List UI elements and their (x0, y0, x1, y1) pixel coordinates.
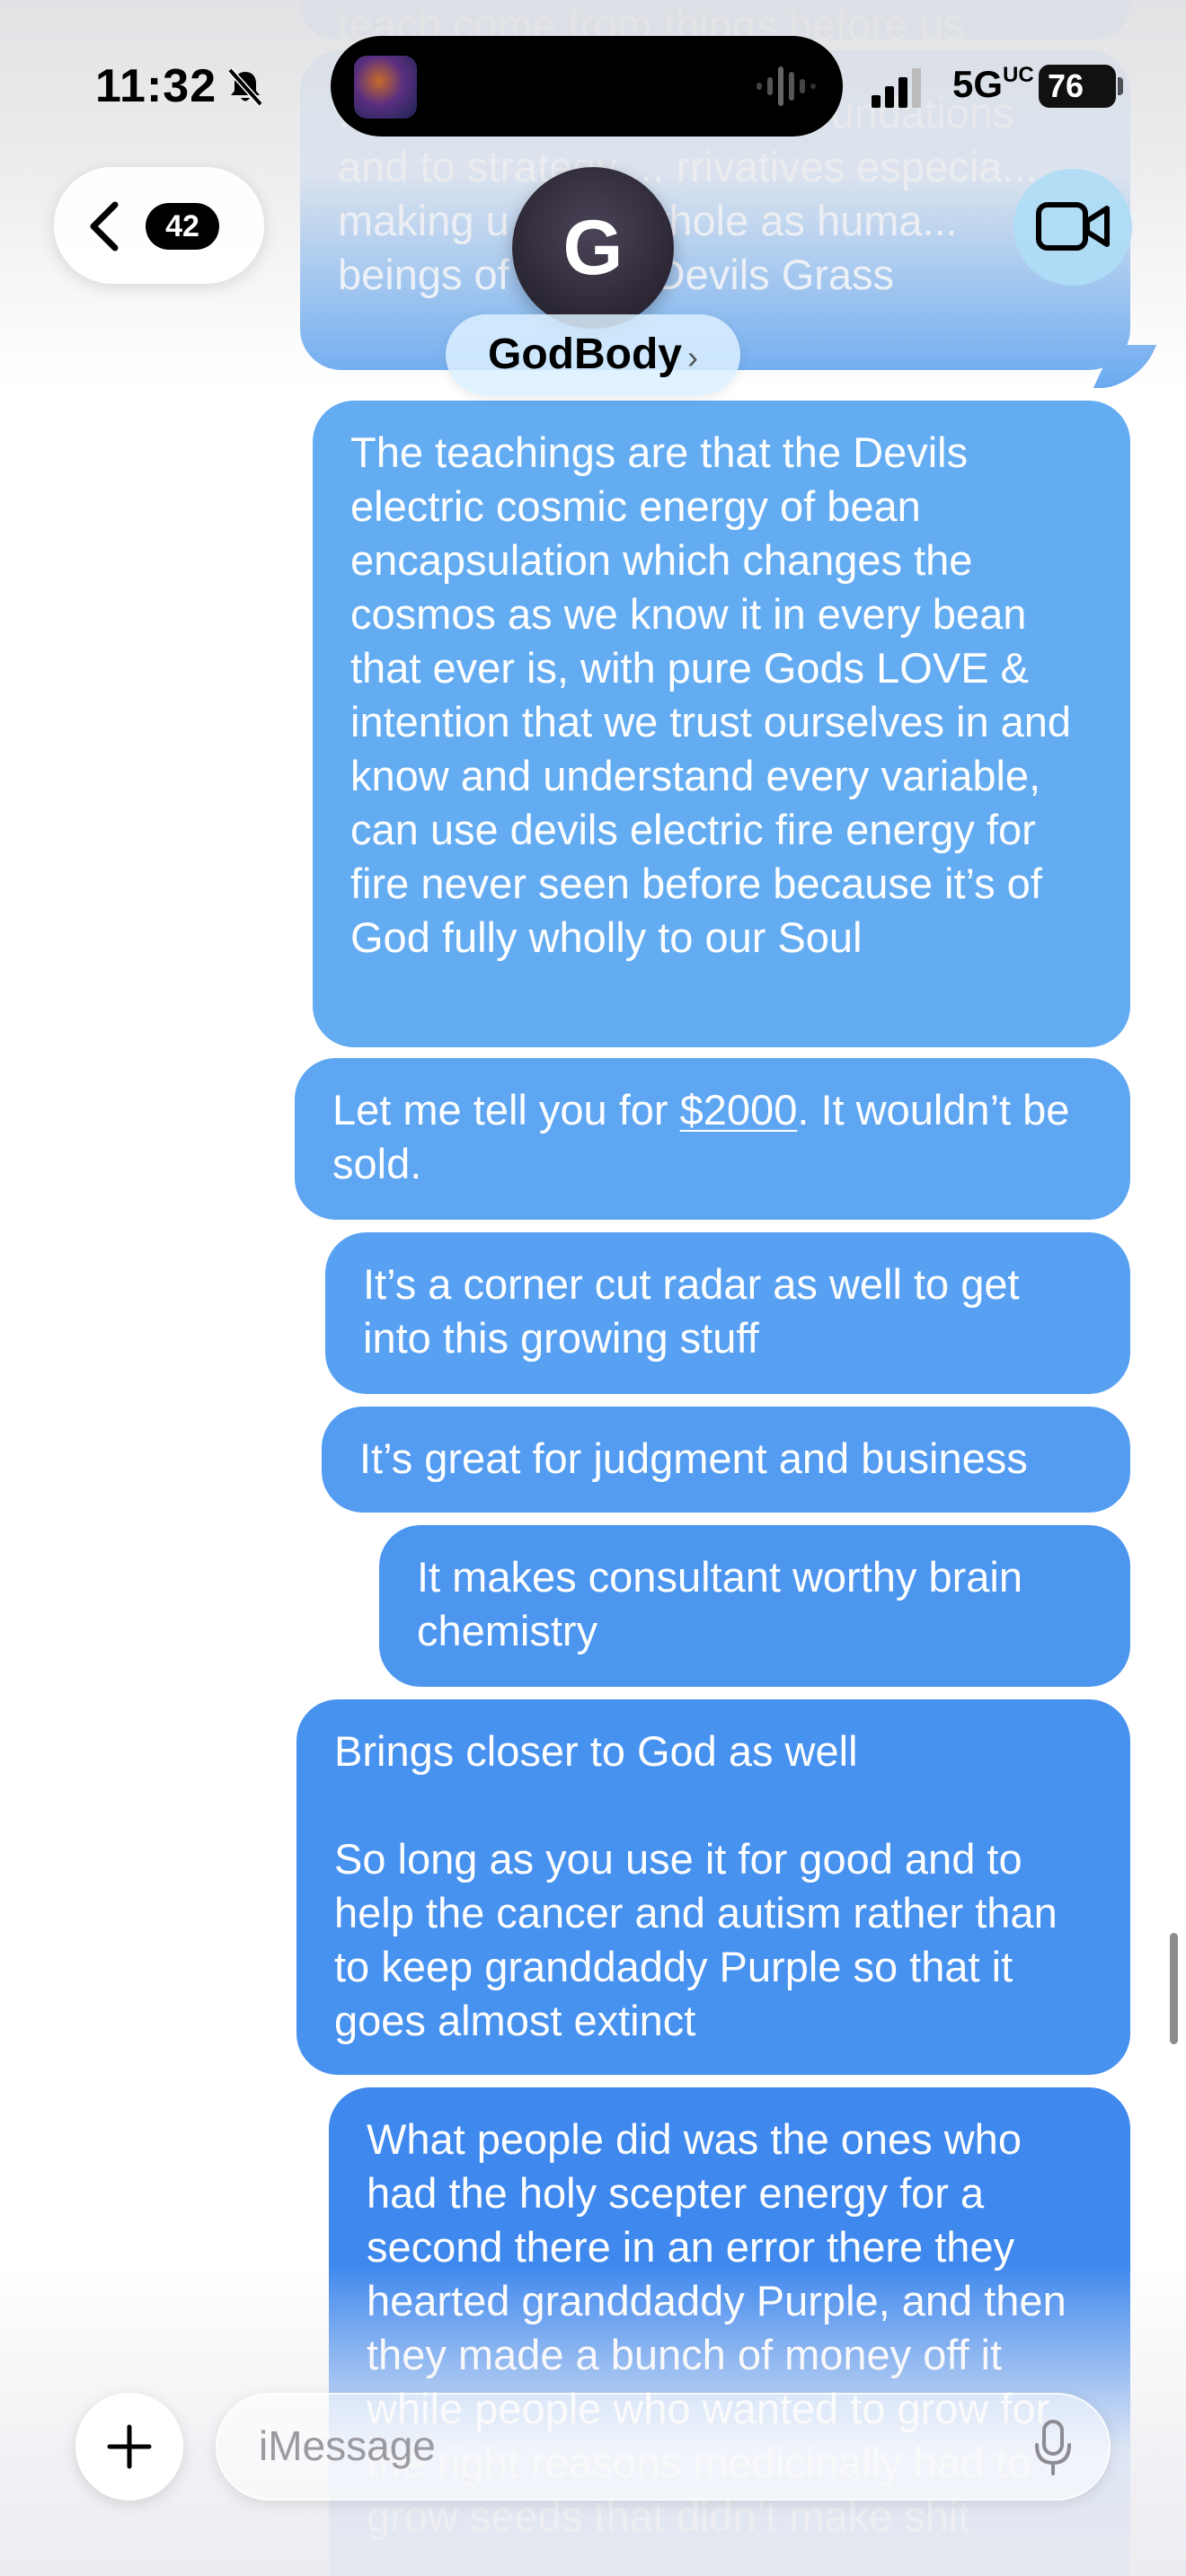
battery-cap (1118, 77, 1123, 95)
message-bubble[interactable]: Brings closer to God as well So long as … (296, 1699, 1130, 2075)
chevron-left-icon[interactable] (86, 199, 122, 253)
message-text: The teachings are that the Devils electr… (350, 428, 1084, 961)
message-text: Let me tell you for (332, 1086, 680, 1134)
message-bubble[interactable]: It makes consultant worthy brain chemist… (379, 1525, 1130, 1687)
message-text: It’s a corner cut radar as well to get i… (363, 1260, 1031, 1362)
now-playing-artwork[interactable] (354, 56, 417, 119)
network-label: 5G (952, 63, 1004, 105)
message-bubble[interactable]: The teachings are that the Devils electr… (313, 401, 1130, 1047)
message-bubble[interactable]: teach come from things before us (300, 0, 1130, 49)
video-camera-icon[interactable] (1035, 199, 1111, 253)
message-bubble[interactable]: It’s a corner cut radar as well to get i… (325, 1232, 1130, 1394)
bell-slash-icon (227, 67, 263, 107)
message-text: It’s great for judgment and business (359, 1434, 1028, 1482)
audio-waveform-icon (757, 66, 816, 106)
unread-count-badge: 42 (146, 203, 219, 250)
network-type: 5GUC (952, 63, 1034, 106)
contact-avatar[interactable]: G (512, 167, 674, 329)
status-time: 11:32 (95, 60, 217, 112)
money-link[interactable]: $2000 (680, 1086, 798, 1134)
chevron-right-icon: › (686, 339, 698, 375)
message-text: Brings closer to God as well So long as … (334, 1727, 1058, 2044)
microphone-icon[interactable] (1033, 2420, 1073, 2475)
plus-icon[interactable] (106, 2423, 153, 2470)
network-suffix: UC (1003, 63, 1034, 87)
battery-indicator: 76 (1039, 65, 1116, 108)
message-bubble[interactable]: It’s great for judgment and business (322, 1407, 1130, 1513)
contact-name-button[interactable]: GodBody › (446, 314, 740, 395)
contact-name: GodBody (488, 331, 682, 378)
cellular-signal-icon (872, 68, 921, 108)
bubble-tail (1093, 345, 1157, 388)
message-text: It makes consultant worthy brain chemist… (417, 1553, 1035, 1654)
message-bubble[interactable]: Let me tell you for $2000. It wouldn’t b… (295, 1058, 1130, 1220)
message-bubble[interactable]: What people did was the ones who had the… (329, 2087, 1130, 2576)
message-placeholder: iMessage (259, 2422, 436, 2469)
scroll-indicator[interactable] (1170, 1933, 1178, 2044)
